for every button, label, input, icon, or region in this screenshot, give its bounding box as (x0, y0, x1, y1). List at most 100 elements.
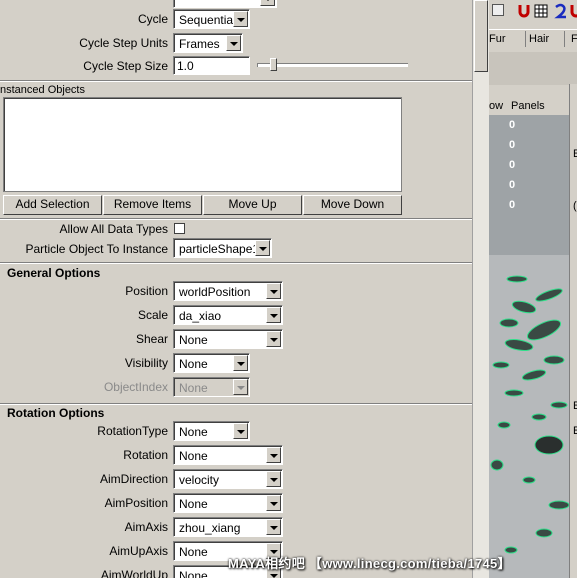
side-letter: E (573, 148, 577, 160)
grid-snap-icon[interactable] (534, 4, 548, 18)
aim-direction-value: velocity (179, 473, 220, 487)
count-value: 0 (509, 179, 516, 191)
rotation-type-label: RotationType (97, 424, 168, 438)
shear-dropdown[interactable]: None (173, 329, 283, 349)
aim-axis-label: AimAxis (124, 520, 168, 534)
tab-partial[interactable]: F (571, 31, 577, 47)
chevron-down-icon (226, 35, 241, 51)
chevron-down-icon (266, 283, 281, 299)
tab-hair[interactable]: Hair (529, 31, 549, 47)
instanced-objects-list[interactable] (3, 97, 402, 192)
divider (0, 403, 472, 405)
visibility-label: Visibility (124, 356, 168, 370)
instanced-objects-label: nstanced Objects (0, 84, 85, 96)
point-snap-icon[interactable] (569, 3, 577, 19)
move-up-button[interactable]: Move Up (203, 195, 302, 215)
attribute-editor-panel: Cycle Sequential Cycle Step Units Frames… (0, 0, 472, 578)
particle-object-dropdown[interactable]: particleShape1 (173, 238, 272, 258)
divider (0, 80, 472, 82)
chevron-down-icon (266, 307, 281, 323)
particle-instances-graphic (490, 275, 569, 554)
position-label: Position (125, 284, 168, 298)
object-index-label: ObjectIndex (103, 380, 168, 394)
count-value: 0 (509, 199, 516, 211)
vertical-scrollbar[interactable] (472, 0, 490, 578)
viewport-upper-band (489, 115, 569, 255)
cycle-label: Cycle (137, 12, 168, 26)
divider (0, 262, 472, 264)
aim-position-dropdown[interactable]: None (173, 493, 283, 513)
rotation-label: Rotation (123, 448, 168, 462)
allow-all-data-types-checkbox[interactable] (174, 223, 185, 234)
particle-object-value: particleShape1 (179, 242, 260, 256)
aim-axis-dropdown[interactable]: zhou_xiang (173, 517, 283, 537)
position-value: worldPosition (179, 285, 251, 299)
count-value: 0 (509, 139, 516, 151)
count-value: 0 (509, 159, 516, 171)
add-selection-button[interactable]: Add Selection (3, 195, 102, 215)
aim-world-up-label: AimWorldUp (100, 568, 168, 578)
move-down-button[interactable]: Move Down (303, 195, 402, 215)
chevron-down-icon (266, 447, 281, 463)
cycle-step-size-slider-track[interactable] (257, 63, 408, 67)
scale-value: da_xiao (179, 309, 222, 323)
shear-label: Shear (135, 332, 168, 346)
cycle-step-size-label: Cycle Step Size (83, 59, 168, 73)
partial-top-dropdown[interactable] (173, 0, 277, 8)
tab-fur[interactable]: Fur (489, 31, 506, 47)
side-letter: E (573, 400, 577, 412)
scale-dropdown[interactable]: da_xiao (173, 305, 283, 325)
scrollbar-thumb[interactable] (474, 0, 488, 72)
remove-items-button[interactable]: Remove Items (103, 195, 202, 215)
rotation-type-dropdown[interactable]: None (173, 421, 250, 441)
general-options-header[interactable]: General Options (7, 266, 100, 280)
curve-snap-icon[interactable] (553, 3, 569, 19)
aim-position-label: AimPosition (104, 496, 168, 510)
side-letter: E (573, 425, 577, 437)
chevron-down-icon (233, 355, 248, 371)
particle-object-label: Particle Object To Instance (25, 242, 168, 256)
rotation-dropdown[interactable]: None (173, 445, 283, 465)
cycle-step-units-label: Cycle Step Units (79, 36, 168, 50)
panels-menu[interactable]: Panels (511, 100, 545, 112)
panel-menubar: ow Panels (489, 98, 569, 115)
chevron-down-icon (255, 240, 270, 256)
cycle-dropdown[interactable]: Sequential (173, 9, 250, 29)
cycle-step-units-dropdown[interactable]: Frames (173, 33, 243, 53)
cycle-step-size-slider-handle[interactable] (270, 58, 277, 71)
chevron-down-icon (233, 11, 248, 27)
chevron-down-icon (233, 423, 248, 439)
visibility-value: None (179, 357, 208, 371)
count-value: 0 (509, 119, 516, 131)
divider (0, 218, 472, 220)
maya-viewport-window: Fur Hair F ow Panels E ( E E 0 0 0 0 0 (489, 0, 577, 578)
cycle-value: Sequential (179, 13, 236, 27)
menu-fragment[interactable]: ow (489, 100, 503, 112)
position-dropdown[interactable]: worldPosition (173, 281, 283, 301)
aim-position-value: None (179, 497, 208, 511)
aim-direction-dropdown[interactable]: velocity (173, 469, 283, 489)
shelf-toolbar (489, 52, 577, 85)
visibility-dropdown[interactable]: None (173, 353, 250, 373)
scale-label: Scale (137, 308, 168, 322)
cycle-step-units-value: Frames (179, 37, 220, 51)
3d-viewport[interactable]: 0 0 0 0 0 (489, 115, 569, 578)
object-index-dropdown: None (173, 377, 250, 397)
rotation-options-header[interactable]: Rotation Options (7, 406, 104, 420)
cycle-step-size-field[interactable]: 1.0 (173, 56, 250, 75)
shelf-tool-icon[interactable] (492, 4, 504, 16)
chevron-down-icon (266, 331, 281, 347)
chevron-down-icon (233, 379, 248, 395)
divider (525, 31, 526, 47)
chevron-down-icon (266, 471, 281, 487)
rotation-type-value: None (179, 425, 208, 439)
allow-all-data-types-label: Allow All Data Types (59, 222, 169, 236)
divider (564, 31, 565, 47)
magnet-icon[interactable] (517, 3, 531, 19)
rotation-value: None (179, 449, 208, 463)
chevron-down-icon (266, 495, 281, 511)
chevron-down-icon (266, 519, 281, 535)
cycle-step-size-value: 1.0 (177, 59, 194, 73)
chevron-down-icon (260, 0, 275, 6)
aim-axis-value: zhou_xiang (179, 521, 241, 535)
